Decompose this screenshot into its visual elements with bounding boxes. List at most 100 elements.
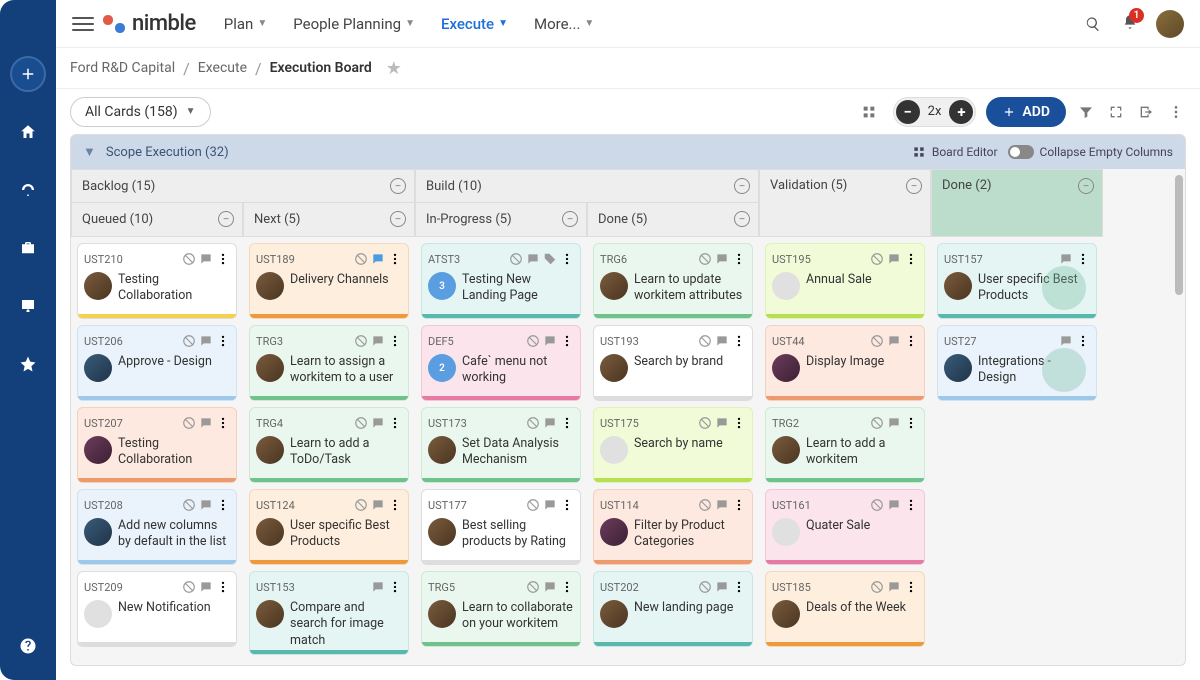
board-card[interactable]: UST207Testing Collaboration	[77, 407, 237, 483]
card-menu-icon[interactable]	[216, 416, 230, 430]
card-menu-icon[interactable]	[388, 252, 402, 266]
board-card[interactable]: UST153Compare and search for image match	[249, 571, 409, 655]
rail-home-icon[interactable]	[10, 114, 46, 150]
collapse-col-icon[interactable]: −	[390, 178, 406, 194]
card-menu-icon[interactable]	[732, 416, 746, 430]
comment-icon[interactable]	[715, 580, 729, 594]
card-menu-icon[interactable]	[1076, 252, 1090, 266]
board-card[interactable]: ATST33Testing New Landing Page	[421, 243, 581, 319]
card-menu-icon[interactable]	[904, 416, 918, 430]
collapse-col-icon[interactable]: −	[1078, 178, 1094, 194]
board-card[interactable]: UST157User specific Best Products	[937, 243, 1097, 319]
comment-icon[interactable]	[887, 416, 901, 430]
nav-more[interactable]: More...▼	[534, 15, 594, 33]
card-menu-icon[interactable]	[216, 252, 230, 266]
comment-icon[interactable]	[543, 580, 557, 594]
nav-plan[interactable]: Plan▼	[224, 15, 267, 33]
card-filter-dropdown[interactable]: All Cards (158) ▼	[70, 97, 211, 127]
card-menu-icon[interactable]	[560, 334, 574, 348]
comment-icon[interactable]	[199, 416, 213, 430]
board-card[interactable]: DEF52Cafe` menu not working	[421, 325, 581, 401]
breadcrumb-section[interactable]: Execute	[198, 60, 247, 76]
nav-people-planning[interactable]: People Planning▼	[293, 15, 415, 33]
breadcrumb-root[interactable]: Ford R&D Capital	[70, 60, 175, 76]
nav-execute[interactable]: Execute▼	[441, 15, 508, 33]
comment-icon[interactable]	[715, 334, 729, 348]
comment-icon[interactable]	[887, 334, 901, 348]
notifications-button[interactable]: 1	[1122, 14, 1138, 34]
card-menu-icon[interactable]	[560, 580, 574, 594]
search-icon[interactable]	[1082, 13, 1104, 35]
board-card[interactable]: UST175Search by name	[593, 407, 753, 483]
card-menu-icon[interactable]	[560, 252, 574, 266]
comment-icon[interactable]	[371, 252, 385, 266]
board-card[interactable]: TRG2Learn to add a workitem	[765, 407, 925, 483]
board-card[interactable]: UST209New Notification	[77, 571, 237, 647]
comment-icon[interactable]	[887, 498, 901, 512]
board-card[interactable]: UST210Testing Collaboration	[77, 243, 237, 319]
comment-icon[interactable]	[371, 580, 385, 594]
card-menu-icon[interactable]	[216, 498, 230, 512]
card-menu-icon[interactable]	[904, 498, 918, 512]
collapse-col-icon[interactable]: −	[390, 211, 406, 227]
comment-icon[interactable]	[199, 334, 213, 348]
comment-icon[interactable]	[1059, 252, 1073, 266]
collapse-swimlane-icon[interactable]: ▼	[83, 144, 96, 160]
rail-briefcase-icon[interactable]	[10, 230, 46, 266]
card-menu-icon[interactable]	[732, 252, 746, 266]
board-card[interactable]: UST27Integrations - Design	[937, 325, 1097, 401]
collapse-col-icon[interactable]: −	[218, 211, 234, 227]
comment-icon[interactable]	[715, 416, 729, 430]
board-card[interactable]: UST195Annual Sale	[765, 243, 925, 319]
board-card[interactable]: UST202New landing page	[593, 571, 753, 647]
comment-icon[interactable]	[543, 334, 557, 348]
comment-icon[interactable]	[887, 580, 901, 594]
card-menu-icon[interactable]	[904, 252, 918, 266]
rail-dashboard-icon[interactable]	[10, 172, 46, 208]
card-menu-icon[interactable]	[732, 580, 746, 594]
card-menu-icon[interactable]	[388, 416, 402, 430]
comment-icon[interactable]	[715, 252, 729, 266]
comment-icon[interactable]	[199, 498, 213, 512]
board-card[interactable]: TRG6Learn to update workitem attributes	[593, 243, 753, 319]
zoom-in-button[interactable]: +	[949, 100, 973, 124]
collapse-col-icon[interactable]: −	[734, 178, 750, 194]
comment-icon[interactable]	[1059, 334, 1073, 348]
filter-icon[interactable]	[1076, 102, 1096, 122]
rail-presentation-icon[interactable]	[10, 288, 46, 324]
more-menu-icon[interactable]	[1166, 102, 1186, 122]
logo[interactable]: nimble	[102, 11, 196, 36]
board-card[interactable]: UST44Display Image	[765, 325, 925, 401]
collapse-col-icon[interactable]: −	[734, 211, 750, 227]
comment-icon[interactable]	[199, 252, 213, 266]
board-card[interactable]: UST208Add new columns by default in the …	[77, 489, 237, 565]
card-menu-icon[interactable]	[388, 334, 402, 348]
board-card[interactable]: UST206Approve - Design	[77, 325, 237, 401]
user-avatar[interactable]	[1156, 10, 1184, 38]
board-card[interactable]: UST173Set Data Analysis Mechanism	[421, 407, 581, 483]
board-editor-button[interactable]: Board Editor	[912, 145, 998, 159]
comment-icon[interactable]	[526, 252, 540, 266]
board-card[interactable]: UST185Deals of the Week	[765, 571, 925, 647]
collapse-col-icon[interactable]: −	[562, 211, 578, 227]
board-card[interactable]: UST114Filter by Product Categories	[593, 489, 753, 565]
comment-icon[interactable]	[543, 416, 557, 430]
favorite-star-icon[interactable]: ★	[386, 58, 402, 79]
board-scroll-area[interactable]: ▼ Scope Execution (32) Board Editor Coll…	[70, 134, 1186, 666]
comment-icon[interactable]	[199, 580, 213, 594]
fullscreen-icon[interactable]	[1106, 102, 1126, 122]
card-menu-icon[interactable]	[216, 580, 230, 594]
card-menu-icon[interactable]	[904, 334, 918, 348]
group-by-icon[interactable]	[859, 102, 879, 122]
board-card[interactable]: UST177Best selling products by Rating	[421, 489, 581, 565]
board-card[interactable]: TRG5Learn to collaborate on your workite…	[421, 571, 581, 647]
comment-icon[interactable]	[371, 416, 385, 430]
board-card[interactable]: UST189Delivery Channels	[249, 243, 409, 319]
card-menu-icon[interactable]	[560, 416, 574, 430]
comment-icon[interactable]	[371, 334, 385, 348]
board-card[interactable]: UST161Quater Sale	[765, 489, 925, 565]
export-icon[interactable]	[1136, 102, 1156, 122]
card-menu-icon[interactable]	[388, 498, 402, 512]
rail-add-button[interactable]	[10, 56, 46, 92]
zoom-out-button[interactable]: −	[896, 100, 920, 124]
